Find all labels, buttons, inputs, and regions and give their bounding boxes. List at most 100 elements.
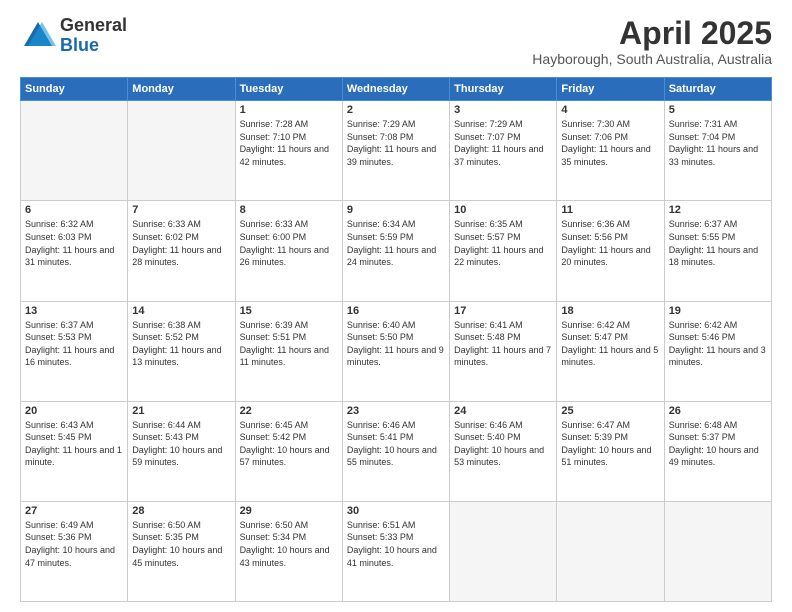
table-row [557,501,664,601]
day-number: 13 [25,305,123,317]
table-row: 17 Sunrise: 6:41 AMSunset: 5:48 PMDayligh… [450,301,557,401]
day-info: Sunrise: 6:34 AMSunset: 5:59 PMDaylight:… [347,218,445,268]
table-row: 14 Sunrise: 6:38 AMSunset: 5:52 PMDayligh… [128,301,235,401]
day-info: Sunrise: 6:38 AMSunset: 5:52 PMDaylight:… [132,319,230,369]
day-number: 16 [347,305,445,317]
table-row: 10Sunrise: 6:35 AMSunset: 5:57 PMDayligh… [450,201,557,301]
day-info: Sunrise: 7:30 AMSunset: 7:06 PMDaylight:… [561,118,659,168]
day-number: 24 [454,405,552,417]
month-title: April 2025 [532,16,772,51]
day-info: Sunrise: 6:33 AMSunset: 6:00 PMDaylight:… [240,218,338,268]
table-row [21,101,128,201]
table-row: 26 Sunrise: 6:48 AMSunset: 5:37 PMDayligh… [664,401,771,501]
calendar-week-4: 20 Sunrise: 6:43 AMSunset: 5:45 PMDayligh… [21,401,772,501]
day-number: 2 [347,104,445,116]
logo-icon [20,18,56,54]
day-number: 21 [132,405,230,417]
table-row: 3 Sunrise: 7:29 AMSunset: 7:07 PMDaylight… [450,101,557,201]
calendar-week-3: 13 Sunrise: 6:37 AMSunset: 5:53 PMDayligh… [21,301,772,401]
day-info: Sunrise: 6:47 AMSunset: 5:39 PMDaylight:… [561,419,659,469]
day-info: Sunrise: 6:41 AMSunset: 5:48 PMDaylight:… [454,319,552,369]
table-row [450,501,557,601]
table-row: 13 Sunrise: 6:37 AMSunset: 5:53 PMDayligh… [21,301,128,401]
title-block: April 2025 Hayborough, South Australia, … [532,16,772,67]
table-row: 23 Sunrise: 6:46 AMSunset: 5:41 PMDayligh… [342,401,449,501]
day-number: 15 [240,305,338,317]
day-info: Sunrise: 6:32 AMSunset: 6:03 PMDaylight:… [25,218,123,268]
table-row: 19Sunrise: 6:42 AMSunset: 5:46 PMDayligh… [664,301,771,401]
day-info: Sunrise: 6:51 AMSunset: 5:33 PMDaylight:… [347,519,445,569]
day-info: Sunrise: 7:29 AMSunset: 7:07 PMDaylight:… [454,118,552,168]
day-info: Sunrise: 7:28 AMSunset: 7:10 PMDaylight:… [240,118,338,168]
day-info: Sunrise: 6:48 AMSunset: 5:37 PMDaylight:… [669,419,767,469]
table-row: 25Sunrise: 6:47 AMSunset: 5:39 PMDayligh… [557,401,664,501]
table-row: 20 Sunrise: 6:43 AMSunset: 5:45 PMDayligh… [21,401,128,501]
col-tuesday: Tuesday [235,78,342,101]
table-row: 27Sunrise: 6:49 AMSunset: 5:36 PMDayligh… [21,501,128,601]
day-number: 22 [240,405,338,417]
table-row: 12Sunrise: 6:37 AMSunset: 5:55 PMDayligh… [664,201,771,301]
day-number: 4 [561,104,659,116]
day-info: Sunrise: 6:35 AMSunset: 5:57 PMDaylight:… [454,218,552,268]
day-number: 20 [25,405,123,417]
logo-general: General [60,16,127,36]
table-row: 5 Sunrise: 7:31 AMSunset: 7:04 PMDaylight… [664,101,771,201]
day-number: 6 [25,204,123,216]
day-info: Sunrise: 6:45 AMSunset: 5:42 PMDaylight:… [240,419,338,469]
calendar-week-2: 6 Sunrise: 6:32 AMSunset: 6:03 PMDaylight… [21,201,772,301]
table-row: 29Sunrise: 6:50 AMSunset: 5:34 PMDayligh… [235,501,342,601]
location-subtitle: Hayborough, South Australia, Australia [532,51,772,67]
col-saturday: Saturday [664,78,771,101]
day-info: Sunrise: 6:39 AMSunset: 5:51 PMDaylight:… [240,319,338,369]
day-info: Sunrise: 6:42 AMSunset: 5:47 PMDaylight:… [561,319,659,369]
col-sunday: Sunday [21,78,128,101]
calendar-week-5: 27Sunrise: 6:49 AMSunset: 5:36 PMDayligh… [21,501,772,601]
day-info: Sunrise: 6:40 AMSunset: 5:50 PMDaylight:… [347,319,445,369]
day-info: Sunrise: 6:50 AMSunset: 5:34 PMDaylight:… [240,519,338,569]
day-info: Sunrise: 6:46 AMSunset: 5:41 PMDaylight:… [347,419,445,469]
day-info: Sunrise: 6:36 AMSunset: 5:56 PMDaylight:… [561,218,659,268]
logo-blue: Blue [60,36,127,56]
day-number: 9 [347,204,445,216]
day-number: 19 [669,305,767,317]
day-number: 3 [454,104,552,116]
day-info: Sunrise: 6:46 AMSunset: 5:40 PMDaylight:… [454,419,552,469]
day-number: 8 [240,204,338,216]
table-row: 1 Sunrise: 7:28 AMSunset: 7:10 PMDaylight… [235,101,342,201]
col-monday: Monday [128,78,235,101]
day-number: 28 [132,505,230,517]
col-friday: Friday [557,78,664,101]
day-info: Sunrise: 6:33 AMSunset: 6:02 PMDaylight:… [132,218,230,268]
table-row [664,501,771,601]
table-row: 4 Sunrise: 7:30 AMSunset: 7:06 PMDaylight… [557,101,664,201]
col-thursday: Thursday [450,78,557,101]
day-info: Sunrise: 6:50 AMSunset: 5:35 PMDaylight:… [132,519,230,569]
table-row: 7 Sunrise: 6:33 AMSunset: 6:02 PMDaylight… [128,201,235,301]
day-number: 26 [669,405,767,417]
day-info: Sunrise: 6:37 AMSunset: 5:55 PMDaylight:… [669,218,767,268]
calendar-header-row: Sunday Monday Tuesday Wednesday Thursday… [21,78,772,101]
day-info: Sunrise: 6:43 AMSunset: 5:45 PMDaylight:… [25,419,123,469]
day-number: 14 [132,305,230,317]
calendar-week-1: 1 Sunrise: 7:28 AMSunset: 7:10 PMDaylight… [21,101,772,201]
table-row: 18Sunrise: 6:42 AMSunset: 5:47 PMDayligh… [557,301,664,401]
day-info: Sunrise: 7:31 AMSunset: 7:04 PMDaylight:… [669,118,767,168]
day-number: 30 [347,505,445,517]
calendar-table: Sunday Monday Tuesday Wednesday Thursday… [20,77,772,602]
table-row [128,101,235,201]
page: General Blue April 2025 Hayborough, Sout… [0,0,792,612]
logo: General Blue [20,16,127,56]
day-number: 7 [132,204,230,216]
table-row: 8 Sunrise: 6:33 AMSunset: 6:00 PMDaylight… [235,201,342,301]
table-row: 21Sunrise: 6:44 AMSunset: 5:43 PMDayligh… [128,401,235,501]
day-number: 5 [669,104,767,116]
day-number: 11 [561,204,659,216]
day-info: Sunrise: 7:29 AMSunset: 7:08 PMDaylight:… [347,118,445,168]
table-row: 30 Sunrise: 6:51 AMSunset: 5:33 PMDayligh… [342,501,449,601]
day-info: Sunrise: 6:37 AMSunset: 5:53 PMDaylight:… [25,319,123,369]
table-row: 16 Sunrise: 6:40 AMSunset: 5:50 PMDayligh… [342,301,449,401]
day-number: 1 [240,104,338,116]
day-number: 17 [454,305,552,317]
table-row: 24 Sunrise: 6:46 AMSunset: 5:40 PMDayligh… [450,401,557,501]
day-number: 23 [347,405,445,417]
